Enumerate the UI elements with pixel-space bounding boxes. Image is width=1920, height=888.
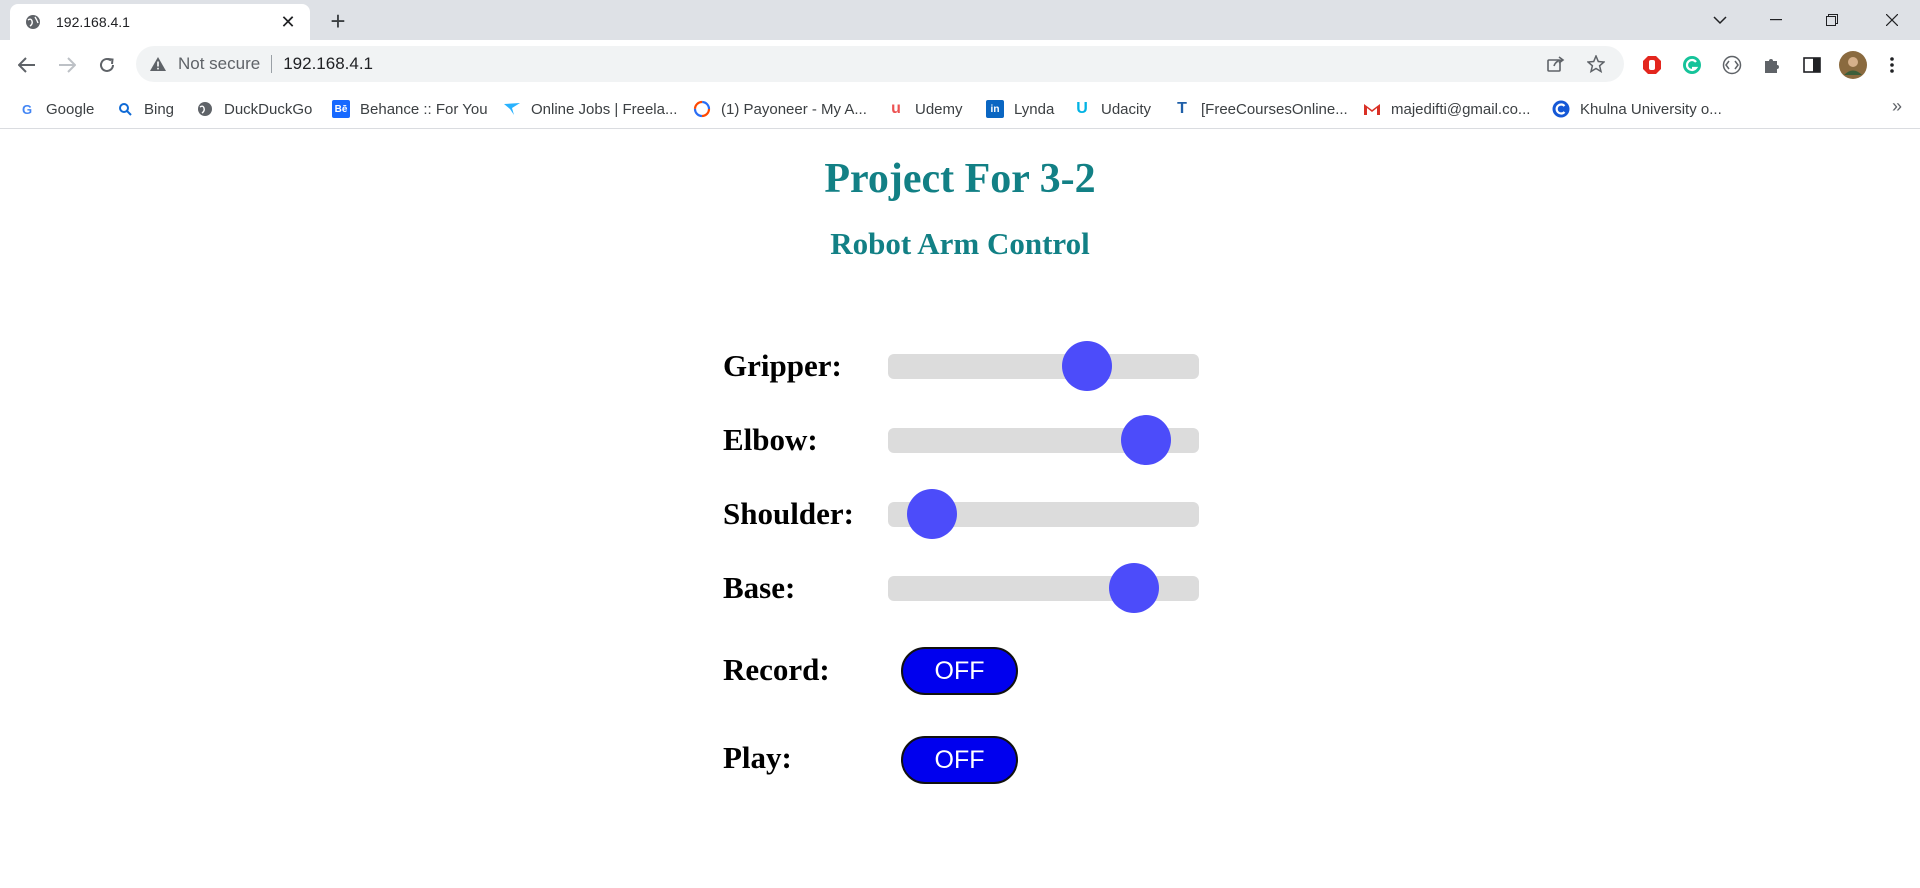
extensions-puzzle-icon[interactable] [1760,53,1784,77]
bookmark-udacity[interactable]: U Udacity [1073,96,1151,122]
record-toggle-button[interactable]: OFF [901,647,1018,695]
bookmark-duckduckgo[interactable]: DuckDuckGo [196,96,312,122]
page-subtitle: Robot Arm Control [830,226,1090,261]
restore-icon[interactable] [1804,0,1860,40]
globe-icon [196,100,214,118]
bookmark-label: (1) Payoneer - My A... [721,100,867,118]
bookmark-label: majedifti@gmail.co... [1391,100,1531,118]
behance-icon: Bē [332,100,350,118]
play-label: Play: [723,740,792,775]
shoulder-slider[interactable] [888,489,1199,539]
back-icon[interactable] [10,48,44,82]
new-tab-button[interactable]: + [324,7,352,35]
bookmark-freelancer[interactable]: Online Jobs | Freela... [503,96,677,122]
base-label: Base: [723,570,796,605]
bookmark-label: Behance :: For You [360,100,488,118]
bookmark-lynda[interactable]: in Lynda [986,96,1054,122]
window-close-icon[interactable] [1864,0,1920,40]
bookmark-label: [FreeCoursesOnline... [1201,100,1348,118]
bookmarks-bar: G Google Bing DuckDuckGo Bē Behance :: F… [0,90,1920,129]
reload-icon[interactable] [90,48,124,82]
tab-search-icon[interactable] [1692,0,1748,40]
side-panel-icon[interactable] [1800,53,1824,77]
tab-title: 192.168.4.1 [56,14,130,30]
active-tab[interactable]: 192.168.4.1 ✕ [10,4,310,40]
bookmark-label: Udemy [915,100,963,118]
gripper-slider[interactable] [888,341,1199,391]
elbow-slider-thumb[interactable] [1121,415,1172,465]
more-bookmarks-icon[interactable]: » [1892,96,1902,117]
bookmark-udemy[interactable]: u Udemy [887,96,963,122]
record-label: Record: [723,652,830,687]
url-text[interactable]: 192.168.4.1 [283,54,1530,74]
bookmark-freecourses[interactable]: T [FreeCoursesOnline... [1173,96,1348,122]
bookmark-label: DuckDuckGo [224,100,313,118]
bookmark-label: Lynda [1014,100,1055,118]
code-extension-icon[interactable] [1720,53,1744,77]
share-icon[interactable] [1542,50,1570,78]
page-content: Project For 3-2 Robot Arm Control Grippe… [0,129,1920,888]
bookmark-label: Khulna University o... [1580,100,1722,118]
gripper-slider-thumb[interactable] [1062,341,1113,391]
bookmark-google[interactable]: G Google [18,96,94,122]
security-label[interactable]: Not secure [178,54,260,74]
tab-close-icon[interactable]: ✕ [278,12,298,33]
shoulder-label: Shoulder: [723,496,854,531]
bookmark-bing[interactable]: Bing [116,96,174,122]
bookmark-gmail[interactable]: majedifti@gmail.co... [1363,96,1530,122]
bookmark-label: Online Jobs | Freela... [531,100,678,118]
forward-icon[interactable] [50,48,84,82]
bookmark-khulna-university[interactable]: Khulna University o... [1552,96,1722,122]
shoulder-slider-thumb[interactable] [906,489,957,539]
khulna-university-icon [1552,100,1570,118]
udemy-icon: u [891,100,901,117]
warning-icon[interactable] [150,57,168,71]
tab-strip: 192.168.4.1 ✕ + [0,0,1920,40]
gripper-label: Gripper: [723,348,842,383]
menu-kebab-icon[interactable] [1880,53,1904,77]
udacity-icon: U [1076,100,1088,117]
separator [271,55,273,73]
page-title: Project For 3-2 [824,156,1096,202]
bookmark-label: Google [46,100,95,118]
bookmark-behance[interactable]: Bē Behance :: For You [332,96,488,122]
adblock-extension-icon[interactable] [1640,53,1664,77]
bing-search-icon [116,100,134,118]
browser-toolbar: Not secure 192.168.4.1 [0,40,1920,90]
base-slider[interactable] [888,563,1199,613]
payoneer-ring-icon [693,100,711,118]
freelancer-bird-icon [503,100,521,118]
freecourses-icon: T [1177,100,1187,117]
bookmark-star-icon[interactable] [1582,50,1610,78]
elbow-label: Elbow: [723,422,818,457]
base-slider-thumb[interactable] [1108,563,1159,613]
google-icon: G [21,101,33,117]
bookmark-label: Udacity [1101,100,1152,118]
bookmark-label: Bing [144,100,175,118]
linkedin-icon: in [986,100,1004,118]
globe-icon [24,13,42,31]
address-bar[interactable]: Not secure 192.168.4.1 [136,46,1624,82]
gmail-icon [1363,100,1381,118]
bookmark-payoneer[interactable]: (1) Payoneer - My A... [693,96,867,122]
play-toggle-button[interactable]: OFF [901,736,1018,784]
grammarly-extension-icon[interactable] [1680,53,1704,77]
elbow-slider[interactable] [888,415,1199,465]
minimize-icon[interactable] [1748,0,1804,40]
profile-avatar[interactable] [1838,50,1868,80]
